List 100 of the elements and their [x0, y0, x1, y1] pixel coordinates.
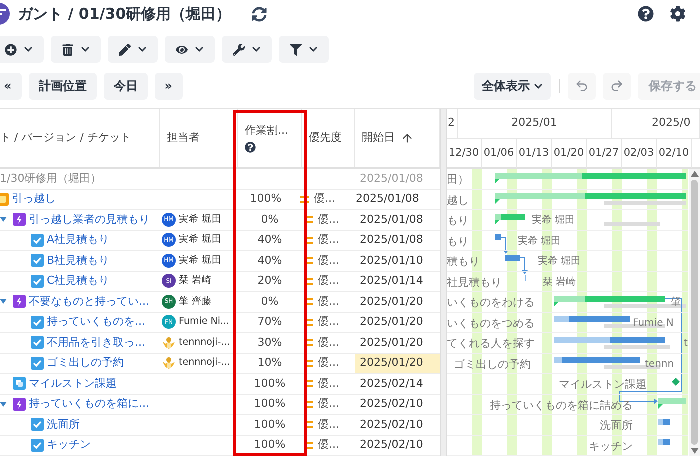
start-date-cell: 2025/01/20: [355, 354, 440, 373]
gantt-bar-label: 洗面所: [600, 418, 633, 434]
refresh-button[interactable]: [251, 6, 268, 22]
start-date-cell-text: 2025/01/08: [359, 232, 424, 248]
eye-icon: [176, 44, 188, 56]
column-header[interactable]: 優先度: [302, 109, 355, 167]
week-header: 01/27: [587, 139, 622, 168]
gantt-bar-label: もり: [447, 213, 469, 229]
column-header[interactable]: 作業割...: [238, 109, 302, 167]
start-date-cell-text: 2025/02/10: [359, 437, 424, 453]
chevron-icon: [534, 82, 543, 90]
assignee-name: Fumie Ni...: [179, 315, 230, 330]
caret-icon[interactable]: [0, 216, 7, 224]
gantt-assignee-label: 肇: [671, 296, 681, 310]
ticket-link[interactable]: 引っ越し業者の見積もり: [29, 212, 150, 228]
version-name: 1/30研修用（堀田）: [0, 170, 102, 186]
toolbar-dropdown-button[interactable]: [165, 36, 215, 63]
filter-icon: [290, 44, 302, 56]
ticket-link[interactable]: 持っていくものを...: [47, 314, 146, 330]
ticket-link[interactable]: ゴミ出しの予約: [47, 355, 124, 372]
checkbox-icon: [31, 438, 44, 452]
toolbar-dropdown-button[interactable]: [222, 36, 272, 63]
priority-value: 優...: [318, 273, 340, 289]
nav-button[interactable]: »: [154, 72, 183, 100]
gantt-assignee-label: tennn: [645, 358, 674, 372]
ticket-link[interactable]: 引っ越し: [12, 191, 56, 208]
assignee-name: 実希 堀田: [179, 254, 222, 268]
nav-button[interactable]: 計画位置: [28, 72, 97, 100]
vertical-scrollbar[interactable]: [689, 169, 700, 456]
column-header[interactable]: 担当者: [160, 109, 238, 167]
ticket-link[interactable]: 持っていくものを箱に...: [29, 396, 150, 412]
scroll-up-icon: [690, 171, 698, 177]
checkbox-icon: [31, 418, 44, 432]
checkbox-icon: [31, 316, 44, 329]
toolbar-dropdown-button[interactable]: [0, 36, 44, 63]
priority-value: 優...: [314, 191, 336, 207]
priority-icon: [300, 196, 309, 203]
ticket-link[interactable]: A社見積もり: [47, 232, 110, 248]
priority-value: 優...: [318, 252, 340, 268]
gantt-bar-label: いくものをつめる: [447, 316, 535, 332]
ticket-link[interactable]: マイルストン課題: [29, 376, 117, 392]
start-date-cell-text: 2025/02/10: [359, 396, 424, 412]
toolbar-dropdown-button[interactable]: [51, 36, 101, 63]
help-icon: [245, 142, 256, 154]
progress-value: 0%: [261, 294, 279, 310]
ticket-link[interactable]: 洗面所: [47, 416, 80, 433]
chevron-icon: [309, 45, 318, 54]
ticket-link[interactable]: B社見積もり: [47, 252, 110, 269]
caret-icon[interactable]: [0, 298, 7, 306]
settings-button[interactable]: [670, 6, 686, 22]
ticket-link[interactable]: C社見積もり: [47, 273, 110, 290]
gantt-bar-label: 社見積もり: [447, 274, 502, 290]
column-header[interactable]: ト / バージョン / チケット: [0, 109, 160, 167]
priority-icon: [304, 278, 313, 285]
chevron-icon: [81, 45, 90, 54]
priority-value: 優...: [318, 212, 340, 228]
progress-value: 70%: [258, 314, 282, 330]
trash-icon: [62, 44, 74, 56]
toolbar-dropdown-button[interactable]: [108, 36, 158, 63]
gantt-bar-label: てくれる人を探す: [447, 336, 535, 352]
progress-value: 0%: [261, 212, 279, 228]
lightning-icon: [13, 295, 26, 308]
progress-value: 20%: [258, 273, 282, 289]
gantt-bar-label: 田）: [447, 172, 469, 188]
priority-value: 優...: [318, 416, 340, 432]
nav-button[interactable]: «: [0, 72, 22, 100]
month-header: 2025/0: [612, 109, 700, 138]
ticket-link[interactable]: キッチン: [47, 437, 91, 454]
help-button[interactable]: [638, 6, 654, 22]
assignee-name: 栞 岩崎: [179, 274, 212, 288]
assignee-name: tennnoji-...: [179, 336, 230, 350]
priority-icon: [304, 216, 313, 224]
view-dropdown-button[interactable]: 全体表示: [474, 72, 551, 100]
caret-icon[interactable]: [0, 400, 7, 408]
ticket-link[interactable]: 不用品を引き取っ...: [47, 334, 146, 351]
pencil-icon: [119, 44, 131, 56]
gantt-assignee-label: 栞 岩崎: [543, 276, 576, 290]
start-date-cell-text: 2025/02/10: [359, 416, 424, 432]
progress-value: 100%: [254, 416, 286, 432]
gantt-bar-label: いくものをわける: [447, 295, 535, 311]
priority-icon: [304, 318, 313, 326]
chevron-icon: [24, 45, 33, 54]
week-header: 01/13: [517, 139, 552, 168]
scroll-down-icon: [690, 448, 698, 454]
progress-value: 30%: [258, 334, 282, 350]
priority-icon: [304, 380, 313, 388]
nav-button[interactable]: 今日: [104, 72, 148, 100]
week-header: 02/10: [657, 139, 692, 168]
gantt-assignee-label: 実希 堀田: [532, 214, 576, 228]
week-header: 01/06: [482, 139, 517, 168]
wrench-icon: [233, 44, 245, 56]
priority-value: 優...: [318, 334, 340, 350]
priority-icon: [304, 442, 313, 449]
checkbox-icon: [31, 336, 44, 350]
assignee-name: 肇 齊藤: [179, 294, 212, 309]
gantt-bar-label: 持っていくものを箱に詰める: [490, 398, 633, 414]
ticket-link[interactable]: 不要なものと持ってい...: [29, 294, 150, 310]
priority-value: 優...: [318, 396, 340, 412]
start-date-cell-text: 2025/01/10: [359, 252, 424, 268]
toolbar-dropdown-button[interactable]: [279, 36, 329, 63]
